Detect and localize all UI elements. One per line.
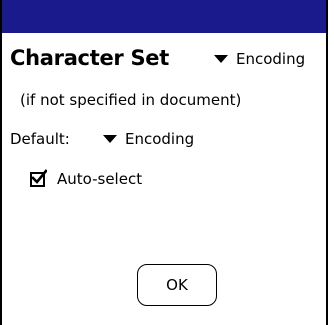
auto-select-checkbox-row[interactable]: Auto-select — [30, 168, 143, 189]
character-set-dialog: Character Set Encoding (if not specified… — [0, 0, 334, 325]
auto-select-label: Auto-select — [57, 170, 143, 188]
default-encoding-dropdown[interactable]: Encoding — [103, 129, 194, 149]
encoding-dropdown[interactable]: Encoding — [214, 49, 305, 69]
triangle-down-icon — [214, 55, 228, 63]
triangle-down-icon — [103, 135, 117, 143]
title-bar — [2, 0, 326, 33]
default-encoding-value: Encoding — [125, 130, 195, 148]
ok-button[interactable]: OK — [137, 264, 217, 306]
default-label: Default: — [10, 130, 70, 148]
right-border — [326, 0, 328, 325]
dialog-heading: Character Set — [10, 46, 169, 70]
checkmark-icon — [31, 168, 47, 184]
encoding-dropdown-value: Encoding — [236, 50, 306, 68]
left-border — [0, 0, 2, 325]
ok-button-label: OK — [166, 276, 188, 294]
note-text: (if not specified in document) — [20, 91, 242, 109]
auto-select-checkbox[interactable] — [30, 168, 47, 187]
